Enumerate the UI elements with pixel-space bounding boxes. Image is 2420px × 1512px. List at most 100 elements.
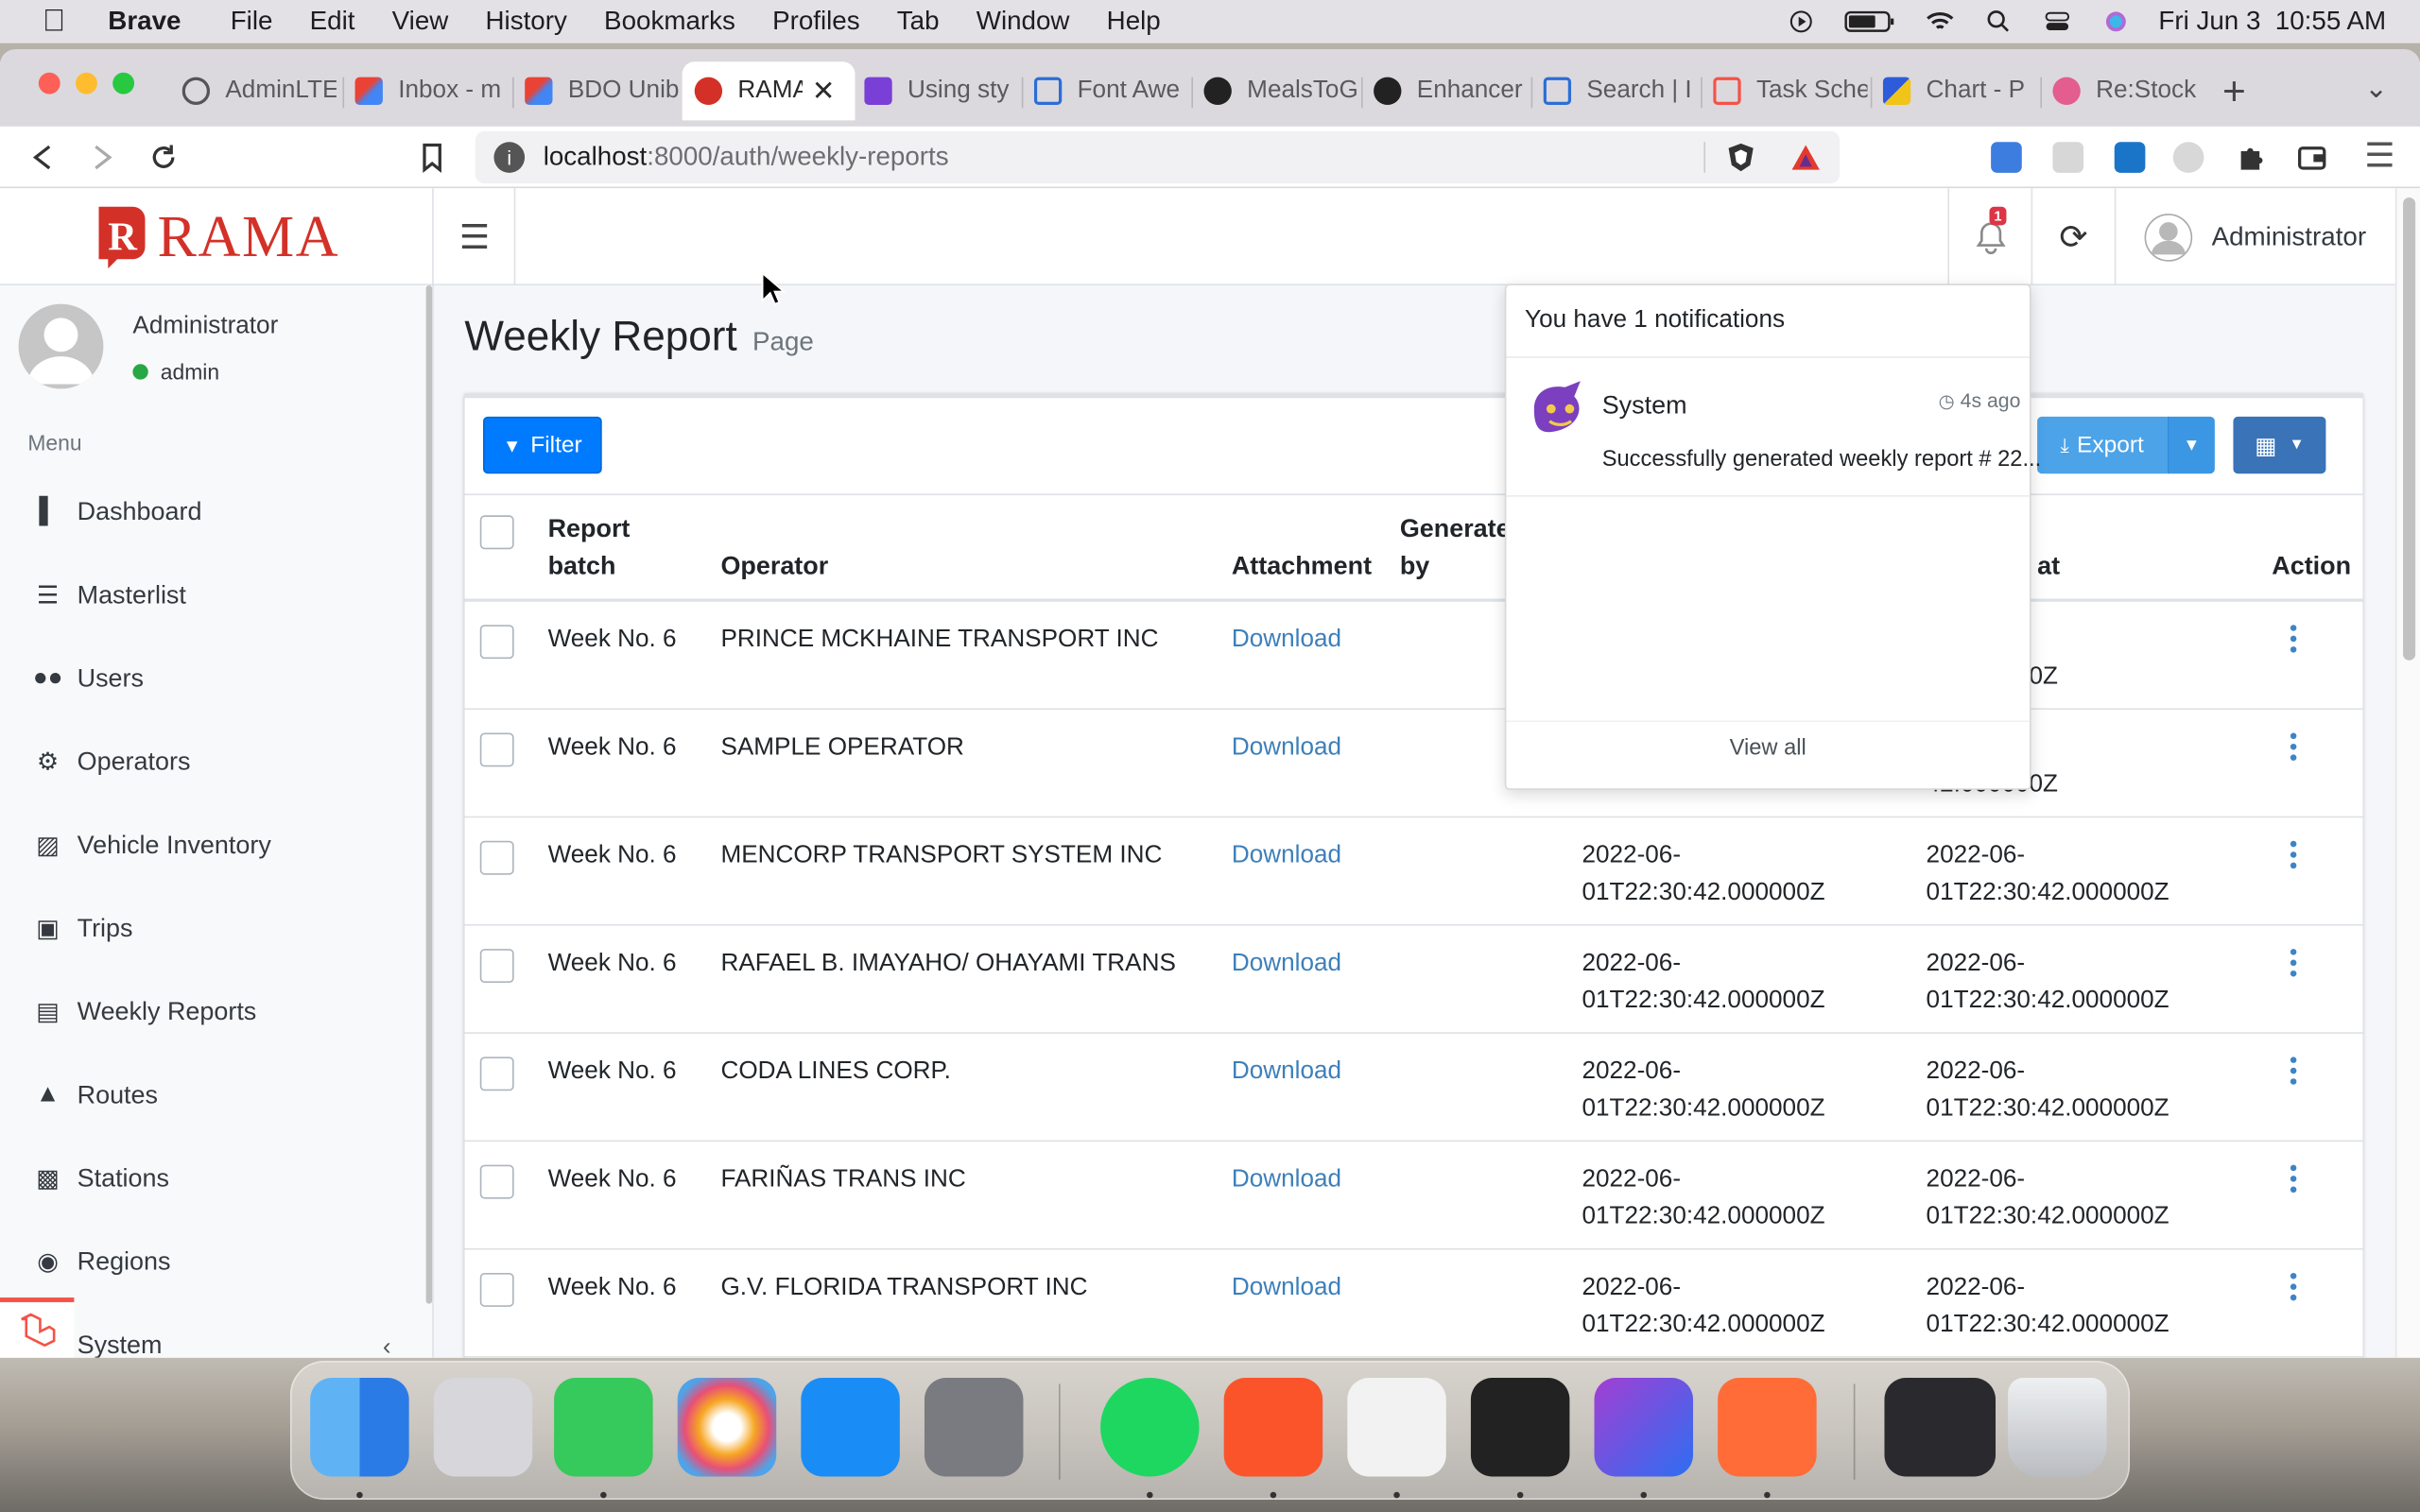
sidebar-item-users[interactable]: ●● Users — [31, 656, 144, 702]
export-dropdown-button[interactable]: ▼ — [2167, 416, 2215, 474]
new-tab-button[interactable]: + — [2222, 68, 2246, 116]
download-link[interactable]: Download — [1232, 1161, 1341, 1198]
row-checkbox[interactable] — [479, 1057, 514, 1091]
download-link[interactable]: Download — [1232, 1270, 1341, 1307]
tab-gmail-inbox[interactable]: Inbox - m — [354, 61, 510, 120]
launchpad-icon[interactable] — [433, 1377, 533, 1477]
play-icon[interactable] — [1785, 9, 1816, 34]
bookmark-icon[interactable] — [420, 142, 444, 173]
sidebar-item-routes[interactable]: ▲ Routes — [31, 1073, 158, 1119]
header-updated-at[interactable]: at — [2037, 548, 2060, 585]
row-actions-icon[interactable] — [2290, 1164, 2297, 1194]
wifi-icon[interactable] — [1924, 9, 1955, 34]
menu-app-name[interactable]: Brave — [108, 7, 181, 38]
react-devtools-icon[interactable] — [2052, 142, 2084, 173]
siri-icon[interactable] — [2100, 9, 2131, 34]
row-actions-icon[interactable] — [2290, 1272, 2297, 1301]
battery-icon[interactable] — [1843, 9, 1896, 34]
spotlight-search-icon[interactable] — [1982, 9, 2014, 34]
row-checkbox[interactable] — [479, 1272, 514, 1307]
chevron-down-icon[interactable]: ⌄ — [2364, 73, 2388, 105]
control-center-icon[interactable] — [2041, 9, 2072, 34]
tab-font-awesome[interactable]: Font Awe — [1033, 61, 1188, 120]
tab-using-styles[interactable]: Using sty — [864, 61, 1018, 120]
close-tab-icon[interactable]: ✕ — [812, 75, 836, 107]
tab-chart[interactable]: Chart - P — [1882, 61, 2037, 120]
tab-search[interactable]: Search | I — [1543, 61, 1698, 120]
menu-history[interactable]: History — [485, 7, 566, 38]
sidebar-toggle-icon[interactable]: ☰ — [435, 188, 516, 286]
apple-icon[interactable]:  — [0, 4, 108, 40]
download-link[interactable]: Download — [1232, 1054, 1341, 1091]
trash-icon[interactable] — [2008, 1377, 2107, 1477]
fi-extension-icon[interactable] — [2114, 142, 2146, 173]
phpstorm-icon[interactable] — [1594, 1377, 1694, 1477]
photos-icon[interactable] — [677, 1377, 777, 1477]
menu-tab[interactable]: Tab — [897, 7, 940, 38]
row-actions-icon[interactable] — [2290, 840, 2297, 869]
reload-icon[interactable] — [148, 142, 180, 173]
menu-help[interactable]: Help — [1107, 7, 1161, 38]
row-checkbox[interactable] — [479, 949, 514, 983]
wallet-icon[interactable] — [2296, 142, 2327, 173]
brave-shields-icon[interactable] — [1725, 142, 1756, 173]
finder-icon[interactable] — [310, 1377, 409, 1477]
download-link[interactable]: Download — [1232, 730, 1341, 766]
menubar-clock[interactable]: Fri Jun 3 10:55 AM — [2158, 7, 2386, 38]
menu-profiles[interactable]: Profiles — [772, 7, 860, 38]
menu-bookmarks[interactable]: Bookmarks — [604, 7, 735, 38]
close-window-button[interactable] — [38, 72, 60, 94]
select-all-checkbox[interactable] — [479, 515, 514, 550]
minimize-window-button[interactable] — [76, 72, 97, 94]
sidebar-item-operators[interactable]: ⚙ Operators — [31, 739, 191, 785]
sidebar-scrollbar[interactable] — [425, 285, 433, 1304]
tab-bdo-gmail[interactable]: BDO Unib — [525, 61, 679, 120]
row-checkbox[interactable] — [479, 840, 514, 875]
brave-icon[interactable] — [1223, 1377, 1323, 1477]
download-link[interactable]: Download — [1232, 622, 1341, 659]
menu-window[interactable]: Window — [977, 7, 1070, 38]
user-menu[interactable]: Administrator — [2114, 188, 2395, 286]
menu-edit[interactable]: Edit — [310, 7, 355, 38]
laravel-debugbar-icon[interactable] — [0, 1297, 75, 1358]
back-icon[interactable] — [31, 144, 56, 171]
notifications-button[interactable]: 1 — [1947, 188, 2031, 286]
sidebar-item-weekly-reports[interactable]: ▤ Weekly Reports — [31, 989, 257, 1036]
row-actions-icon[interactable] — [2290, 1057, 2297, 1085]
sidebar-user-panel[interactable]: Administrator admin — [18, 303, 278, 389]
brand-logo[interactable]: R RAMA — [0, 188, 434, 286]
export-button[interactable]: ⤓ Export — [2037, 416, 2168, 474]
site-info-icon[interactable]: i — [493, 142, 526, 173]
sequel-ace-icon[interactable] — [1347, 1377, 1446, 1477]
forward-icon[interactable] — [90, 144, 114, 171]
extension-icon[interactable] — [2172, 142, 2204, 173]
sidebar-item-regions[interactable]: ◉ Regions — [31, 1239, 170, 1285]
browser-menu-icon[interactable]: ☰ — [2364, 136, 2394, 176]
header-operator[interactable]: Operator — [720, 548, 828, 585]
translate-extension-icon[interactable] — [1991, 142, 2022, 173]
address-bar[interactable]: i localhost:8000/auth/weekly-reports — [475, 130, 1841, 184]
filter-button[interactable]: ▼ Filter — [483, 416, 602, 474]
tab-github-meals[interactable]: MealsToG — [1203, 61, 1358, 120]
spotify-icon[interactable] — [1100, 1377, 1200, 1477]
view-all-notifications-link[interactable]: View all — [1506, 736, 2029, 761]
row-actions-icon[interactable] — [2290, 625, 2297, 653]
window-preview-icon[interactable] — [1884, 1377, 1996, 1477]
download-link[interactable]: Download — [1232, 838, 1341, 875]
row-actions-icon[interactable] — [2290, 732, 2297, 761]
zoom-window-button[interactable] — [112, 72, 135, 94]
row-checkbox[interactable] — [479, 1164, 514, 1199]
column-visibility-button[interactable]: ▦ ▼ — [2233, 416, 2326, 474]
tab-github-enhancer[interactable]: Enhancer — [1374, 61, 1528, 120]
sidebar-item-stations[interactable]: ▩ Stations — [31, 1156, 169, 1202]
sidebar-collapse-icon[interactable]: ‹ — [383, 1334, 391, 1357]
postman-icon[interactable] — [1718, 1377, 1817, 1477]
tab-rama-active[interactable]: RAMA ✕ — [682, 61, 856, 121]
header-attachment[interactable]: Attachment — [1232, 548, 1372, 585]
sidebar-item-trips[interactable]: ▣ Trips — [31, 905, 132, 952]
menu-view[interactable]: View — [392, 7, 449, 38]
header-report-batch[interactable]: Report batch — [548, 510, 672, 584]
terminal-icon[interactable] — [1470, 1377, 1570, 1477]
sidebar-item-vehicle-inventory[interactable]: ▨ Vehicle Inventory — [31, 822, 271, 868]
refresh-icon[interactable]: ⟳ — [2031, 188, 2115, 286]
